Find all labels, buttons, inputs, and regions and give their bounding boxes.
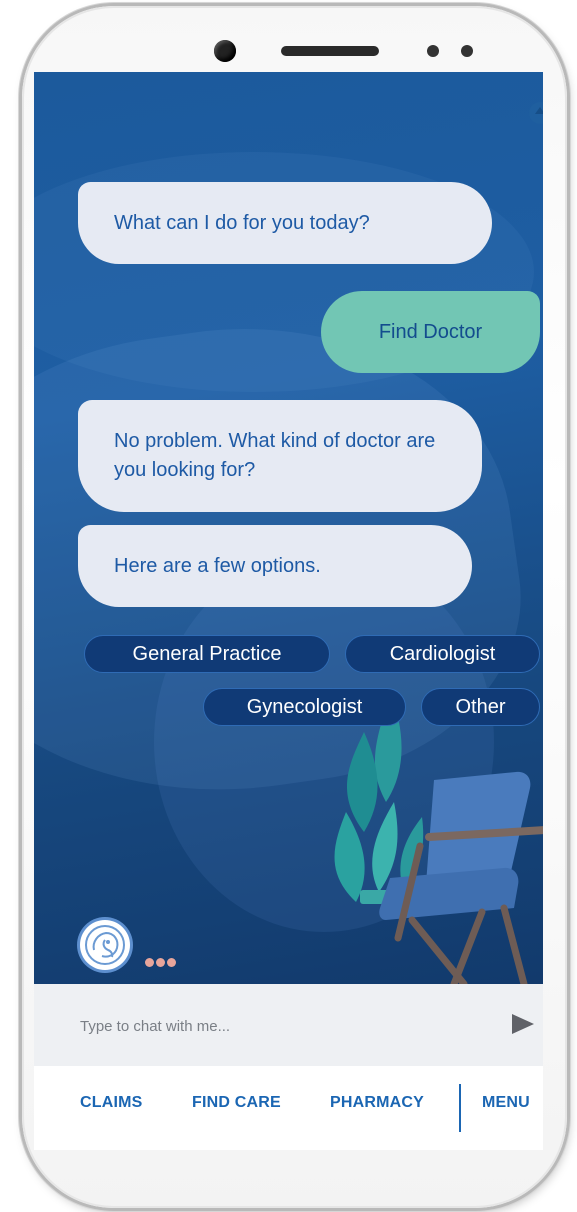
nav-menu[interactable]: MENU bbox=[482, 1094, 530, 1112]
chair-illustration bbox=[379, 771, 543, 984]
option-chip-other[interactable]: Other bbox=[421, 688, 540, 726]
nav-pharmacy[interactable]: PHARMACY bbox=[330, 1094, 424, 1112]
earpiece-speaker bbox=[281, 46, 379, 56]
front-camera bbox=[214, 40, 236, 62]
nav-find-care[interactable]: FIND CARE bbox=[192, 1094, 281, 1112]
bottom-navigation: CLAIMS FIND CARE PHARMACY MENU bbox=[34, 1066, 543, 1150]
sensor-dot bbox=[461, 45, 473, 57]
sensor-dot bbox=[427, 45, 439, 57]
chat-input-bar bbox=[34, 984, 543, 1067]
bot-message: What can I do for you today? bbox=[78, 182, 492, 264]
message-text: Find Doctor bbox=[378, 320, 483, 343]
typing-indicator-icon bbox=[145, 952, 178, 971]
nav-claims[interactable]: CLAIMS bbox=[80, 1094, 143, 1112]
user-message: Find Doctor bbox=[321, 291, 540, 373]
send-icon[interactable] bbox=[512, 1014, 534, 1034]
message-text: No problem. What kind of doctor are you … bbox=[114, 430, 436, 481]
message-text: What can I do for you today? bbox=[114, 211, 370, 234]
chat-input[interactable] bbox=[78, 1002, 482, 1050]
option-chip-cardiologist[interactable]: Cardiologist bbox=[345, 635, 540, 673]
nav-divider bbox=[459, 1084, 461, 1132]
option-chip-general-practice[interactable]: General Practice bbox=[84, 635, 330, 673]
bot-message: No problem. What kind of doctor are you … bbox=[78, 400, 482, 512]
message-text: Here are a few options. bbox=[114, 554, 321, 577]
assistant-avatar-icon bbox=[80, 920, 130, 970]
bot-message: Here are a few options. bbox=[78, 525, 472, 607]
option-chip-gynecologist[interactable]: Gynecologist bbox=[203, 688, 406, 726]
